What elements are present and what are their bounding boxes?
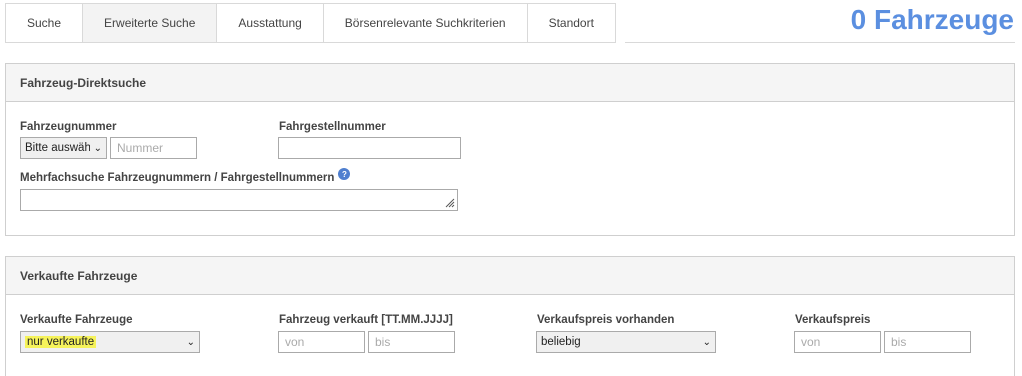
tab-ausstattung[interactable]: Ausstattung [217, 3, 324, 43]
search-tabs: Suche Erweiterte Suche Ausstattung Börse… [5, 3, 616, 43]
panel-title: Fahrzeug-Direktsuche [6, 64, 1014, 102]
chassis-number-input[interactable] [278, 137, 461, 159]
tab-divider [625, 42, 1015, 43]
price-label: Verkaufspreis [795, 314, 871, 326]
sold-date-to-input[interactable]: bis [368, 331, 455, 353]
sold-vehicles-select[interactable]: nur verkaufte ⌄ [20, 331, 200, 353]
sold-date-from-input[interactable]: von [278, 331, 365, 353]
price-to-input[interactable]: bis [884, 331, 971, 353]
multi-search-textarea[interactable] [20, 189, 458, 211]
result-count: 0 Fahrzeuge [850, 4, 1014, 35]
direct-search-panel: Fahrzeug-Direktsuche Fahrzeugnummer Bitt… [5, 63, 1015, 236]
price-available-label: Verkaufspreis vorhanden [537, 314, 675, 326]
select-value: nur verkaufte [25, 336, 97, 348]
price-from-input[interactable]: von [794, 331, 881, 353]
resize-grip-icon[interactable] [445, 198, 455, 208]
help-icon[interactable]: ? [338, 168, 351, 180]
select-value: beliebig [541, 336, 581, 348]
multi-search-label-text: Mehrfachsuche Fahrzeugnummern / Fahrgest… [20, 172, 335, 184]
tab-boersenrelevante-suchkriterien[interactable]: Börsenrelevante Suchkriterien [323, 3, 528, 43]
sold-date-label: Fahrzeug verkauft [TT.MM.JJJJ] [279, 314, 453, 326]
tab-erweiterte-suche[interactable]: Erweiterte Suche [83, 3, 218, 43]
vehicle-number-input[interactable]: Nummer [110, 137, 197, 159]
price-available-select[interactable]: beliebig ⌄ [536, 331, 716, 353]
select-value: Bitte auswäh [25, 142, 90, 154]
chevron-down-icon: ⌄ [186, 336, 195, 348]
chevron-down-icon: ⌄ [93, 142, 102, 154]
chevron-down-icon: ⌄ [702, 336, 711, 348]
tab-standort[interactable]: Standort [527, 3, 616, 43]
sold-vehicles-panel: Verkaufte Fahrzeuge Verkaufte Fahrzeuge … [5, 256, 1015, 376]
multi-search-label: Mehrfachsuche Fahrzeugnummern / Fahrgest… [20, 168, 351, 184]
sold-vehicles-label: Verkaufte Fahrzeuge [20, 314, 133, 326]
tab-suche[interactable]: Suche [5, 3, 84, 43]
chassis-number-label: Fahrgestellnummer [279, 121, 386, 133]
panel-title: Verkaufte Fahrzeuge [6, 257, 1014, 295]
vehicle-number-type-select[interactable]: Bitte auswäh ⌄ [20, 137, 107, 159]
vehicle-number-label: Fahrzeugnummer [20, 121, 117, 133]
